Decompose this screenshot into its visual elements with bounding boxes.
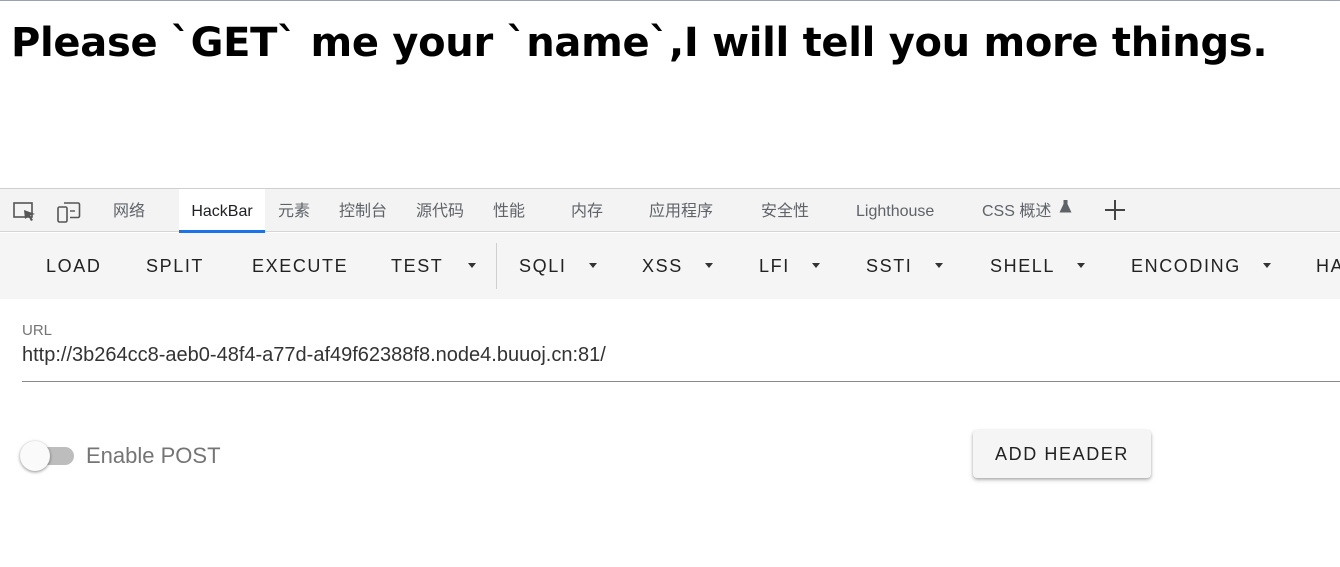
encoding-menu-button[interactable]: ENCODING	[1131, 233, 1272, 299]
flask-icon	[1059, 187, 1072, 232]
ssti-label: SSTI	[866, 256, 913, 276]
enable-post-toggle[interactable]	[20, 441, 50, 471]
chevron-down-icon	[935, 262, 944, 268]
chevron-down-icon	[705, 262, 714, 268]
devtools-tab-bar: 网络 HackBar 元素 控制台 源代码 性能 内存 应用程序 安全性 Lig…	[0, 188, 1340, 233]
tab-lighthouse[interactable]: Lighthouse	[856, 189, 934, 232]
sqli-menu-button[interactable]: SQLI	[519, 233, 598, 299]
split-button[interactable]: SPLIT	[146, 233, 204, 299]
ssti-menu-button[interactable]: SSTI	[866, 233, 944, 299]
tab-application[interactable]: 应用程序	[649, 189, 713, 232]
shell-menu-button[interactable]: SHELL	[990, 233, 1085, 299]
tab-network[interactable]: 网络	[113, 189, 145, 232]
shell-label: SHELL	[990, 256, 1055, 276]
chevron-down-icon	[589, 262, 598, 268]
hackbar-menu: LOAD SPLIT EXECUTE TEST SQLI XSS LFI SST…	[0, 233, 1340, 299]
menu-divider	[496, 243, 497, 289]
tab-css-overview[interactable]: CSS 概述	[982, 189, 1072, 232]
add-header-button[interactable]: ADD HEADER	[973, 430, 1151, 478]
xss-menu-button[interactable]: XSS	[642, 233, 714, 299]
inspect-element-icon[interactable]	[12, 201, 38, 223]
test-menu-button[interactable]: TEST	[391, 233, 476, 299]
tab-elements[interactable]: 元素	[278, 189, 310, 232]
tab-console[interactable]: 控制台	[339, 189, 387, 232]
hashing-menu-button[interactable]: HA	[1316, 233, 1340, 299]
enable-post-label: Enable POST	[86, 443, 221, 468]
lfi-label: LFI	[759, 256, 790, 276]
lfi-menu-button[interactable]: LFI	[759, 233, 821, 299]
encoding-label: ENCODING	[1131, 256, 1241, 276]
tab-sources[interactable]: 源代码	[416, 189, 464, 232]
chevron-down-icon	[1263, 262, 1272, 268]
execute-button[interactable]: EXECUTE	[252, 233, 348, 299]
page: Please `GET` me your `name`,I will tell …	[0, 0, 1340, 567]
chevron-down-icon	[467, 262, 476, 268]
xss-label: XSS	[642, 256, 683, 276]
tab-memory[interactable]: 内存	[571, 189, 603, 232]
tab-performance[interactable]: 性能	[493, 189, 525, 232]
load-button[interactable]: LOAD	[46, 233, 101, 299]
tab-hackbar[interactable]: HackBar	[179, 189, 265, 233]
tab-css-overview-label: CSS 概述	[982, 203, 1052, 220]
test-label: TEST	[391, 256, 444, 276]
sqli-label: SQLI	[519, 256, 567, 276]
page-heading: Please `GET` me your `name`,I will tell …	[11, 20, 1268, 66]
url-label: URL	[22, 322, 53, 339]
device-toolbar-icon[interactable]	[56, 201, 82, 223]
plus-icon[interactable]	[1102, 197, 1128, 223]
chevron-down-icon	[1076, 262, 1085, 268]
chevron-down-icon	[812, 262, 821, 268]
tab-security[interactable]: 安全性	[761, 189, 809, 232]
top-divider	[0, 0, 1340, 1]
url-input[interactable]	[22, 340, 1340, 382]
